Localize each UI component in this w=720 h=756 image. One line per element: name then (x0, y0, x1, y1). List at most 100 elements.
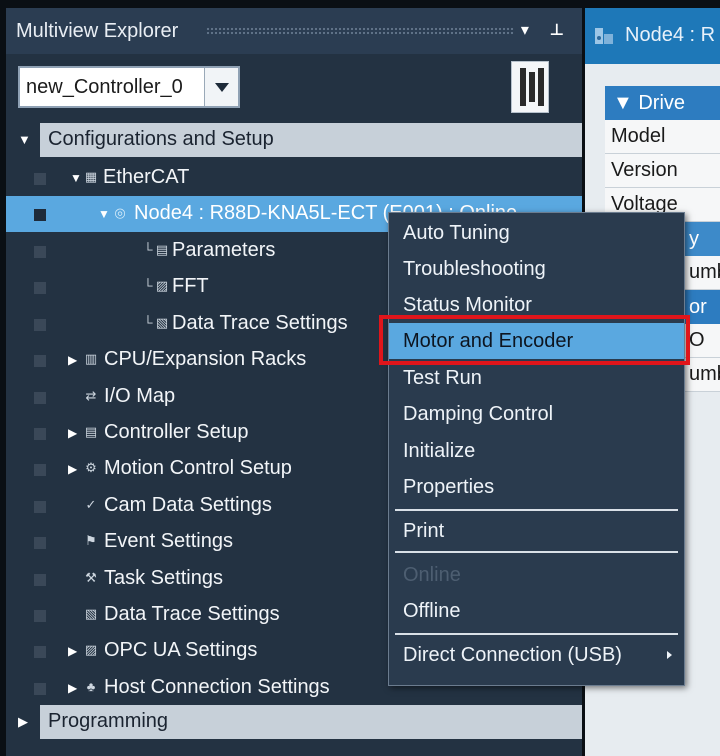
status-square (34, 246, 46, 258)
menu-item-print[interactable]: Print (389, 513, 684, 549)
status-square (34, 173, 46, 185)
tree-item-label: Motion Control Setup (104, 457, 292, 479)
menu-item-initialize[interactable]: Initialize (389, 433, 684, 469)
menu-item-troubleshooting[interactable]: Troubleshooting (389, 251, 684, 287)
tree-item-label: Data Trace Settings (172, 312, 348, 334)
menu-item-test-run[interactable]: Test Run (389, 360, 684, 396)
controller-icon (511, 61, 549, 113)
expand-arrow-icon[interactable]: ▼ (18, 132, 31, 147)
menu-item-label: Auto Tuning (403, 222, 510, 244)
node-tab-icon (595, 28, 613, 44)
menu-item-offline[interactable]: Offline (389, 593, 684, 629)
expand-caret-icon[interactable]: ▶ (68, 426, 77, 440)
status-square (34, 282, 46, 294)
menu-separator (395, 551, 678, 553)
category-label: Configurations and Setup (48, 128, 274, 150)
menu-item-online: Online (389, 557, 684, 593)
submenu-arrow-icon (667, 651, 672, 659)
partial-label: or (689, 296, 707, 318)
partial-label: O (689, 329, 705, 351)
controller-select[interactable]: new_Controller_0 (18, 66, 240, 108)
menu-item-label: Properties (403, 476, 495, 498)
status-square (34, 209, 46, 221)
status-square (34, 355, 46, 367)
category-programming[interactable]: ▶ Programming (18, 705, 582, 739)
expand-caret-icon[interactable]: ▶ (68, 681, 77, 695)
status-square (34, 646, 46, 658)
editor-tab[interactable]: Node4 : R (585, 8, 720, 64)
menu-item-label: Initialize (403, 440, 476, 462)
status-square (34, 392, 46, 404)
status-square (34, 428, 46, 440)
menu-item-label: Troubleshooting (403, 258, 546, 280)
task-icon: ⚒ (85, 570, 97, 585)
racks-icon: ▥ (84, 351, 98, 366)
explorer-title-bar: Multiview Explorer ▾ ⊥ (6, 8, 582, 54)
row-label: Model (611, 125, 666, 147)
menu-item-damping-control[interactable]: Damping Control (389, 396, 684, 432)
flag-icon: ⚑ (85, 533, 97, 548)
drive-section-label: ▼ Drive (613, 92, 686, 114)
data-trace-icon: ▧ (155, 315, 169, 330)
menu-item-properties[interactable]: Properties (389, 469, 684, 505)
explorer-title: Multiview Explorer (16, 20, 179, 42)
tree-item-label: FFT (172, 275, 209, 297)
expand-caret-icon[interactable]: ▶ (68, 353, 77, 367)
partial-label: umb (689, 261, 720, 283)
menu-item-label: Damping Control (403, 403, 554, 425)
expand-caret-icon[interactable]: ▶ (68, 462, 77, 476)
menu-item-label: Online (403, 564, 461, 586)
menu-separator (395, 509, 678, 511)
context-menu: Auto Tuning Troubleshooting Status Monit… (388, 212, 685, 686)
partial-label: umb (689, 363, 720, 385)
controller-setup-icon: ▤ (84, 424, 98, 439)
ethercat-icon: ▦ (84, 169, 98, 184)
pin-icon[interactable]: ▾ ⊥ (521, 20, 572, 40)
chevron-down-icon[interactable] (204, 68, 238, 106)
fft-icon: ▨ (155, 278, 169, 293)
category-configurations[interactable]: ▼ Configurations and Setup (18, 123, 582, 157)
menu-item-label: Direct Connection (USB) (403, 644, 622, 666)
annotation-highlight-box (379, 315, 690, 365)
title-grip (206, 27, 514, 35)
editor-tab-title: Node4 : R (625, 24, 716, 46)
data-trace-icon: ▧ (84, 606, 98, 621)
status-square (34, 574, 46, 586)
tree-item-label: Host Connection Settings (104, 676, 330, 698)
editor-row-version: Version (605, 154, 720, 188)
status-square (34, 501, 46, 513)
status-square (34, 610, 46, 622)
tree-item-label: Task Settings (104, 567, 223, 589)
tree-item-label: Event Settings (104, 530, 233, 552)
menu-separator (395, 633, 678, 635)
expand-caret-icon[interactable]: ▼ (98, 207, 110, 221)
tree-item-label: Parameters (172, 239, 276, 261)
tree-item-label: EtherCAT (103, 166, 190, 188)
menu-item-label: Status Monitor (403, 294, 532, 316)
gear-icon: ⚙ (85, 460, 97, 475)
menu-item-direct-connection[interactable]: Direct Connection (USB) (389, 637, 684, 673)
status-square (34, 683, 46, 695)
controller-select-value: new_Controller_0 (26, 76, 183, 98)
drive-section-header[interactable]: ▼ Drive (605, 86, 720, 120)
menu-item-label: Offline (403, 600, 461, 622)
category-label: Programming (48, 710, 169, 732)
expand-caret-icon[interactable]: ▼ (70, 171, 82, 185)
io-map-icon: ⇄ (85, 388, 97, 403)
tree-item-ethercat[interactable]: ▼ ▦ EtherCAT (6, 160, 582, 196)
menu-item-auto-tuning[interactable]: Auto Tuning (389, 215, 684, 251)
menu-item-label: Test Run (403, 367, 482, 389)
tree-item-label: Cam Data Settings (104, 494, 272, 516)
expand-arrow-icon[interactable]: ▶ (18, 714, 28, 730)
menu-item-label: Print (403, 520, 445, 542)
tree-item-label: I/O Map (104, 385, 176, 407)
status-square (34, 464, 46, 476)
parameters-icon: ▤ (155, 242, 169, 257)
tree-item-label: CPU/Expansion Racks (104, 348, 307, 370)
status-square (34, 319, 46, 331)
expand-caret-icon[interactable]: ▶ (68, 644, 77, 658)
editor-row-model: Model (605, 120, 720, 154)
cam-icon: ✓ (85, 497, 97, 512)
tree-item-label: OPC UA Settings (104, 639, 258, 661)
tree-item-label: Controller Setup (104, 421, 249, 443)
